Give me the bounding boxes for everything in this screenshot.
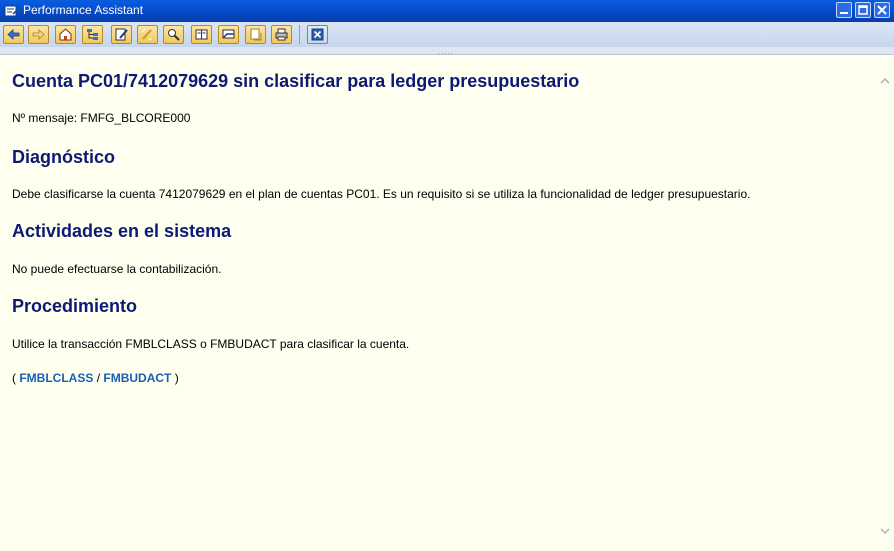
back-icon xyxy=(4,27,23,42)
print-button[interactable] xyxy=(271,25,292,44)
maximize-button[interactable] xyxy=(855,2,871,18)
message-title: Cuenta PC01/7412079629 sin clasificar pa… xyxy=(12,71,580,91)
scroll-up-icon[interactable] xyxy=(879,71,891,84)
title-bar: Performance Assistant xyxy=(0,0,894,22)
links-close-paren: ) xyxy=(174,371,179,385)
book-icon xyxy=(192,27,211,42)
link-fmblclass[interactable]: FMBLCLASS xyxy=(19,371,93,385)
print-icon xyxy=(272,27,291,42)
close-window-icon xyxy=(308,27,327,42)
performance-assistant-icon xyxy=(4,3,18,17)
home-icon xyxy=(56,27,75,42)
edit-button[interactable] xyxy=(111,25,132,44)
structure-button[interactable] xyxy=(82,25,103,44)
copy-icon xyxy=(246,27,265,42)
window-title: Performance Assistant xyxy=(23,3,144,17)
structure-icon xyxy=(83,27,102,42)
message-number: Nº mensaje: FMFG_BLCORE000 xyxy=(12,111,191,125)
copy-button[interactable] xyxy=(245,25,266,44)
close-window-button[interactable] xyxy=(307,25,328,44)
toolbar-separator xyxy=(299,25,300,44)
home-button[interactable] xyxy=(55,25,76,44)
highlight-icon xyxy=(138,27,157,42)
back-button[interactable] xyxy=(3,25,24,44)
bookmark-icon xyxy=(219,27,238,42)
link-fmbudact[interactable]: FMBUDACT xyxy=(103,371,171,385)
section-heading-actividades: Actividades en el sistema xyxy=(12,221,232,241)
section-heading-diagnostico: Diagnóstico xyxy=(12,147,116,167)
forward-button[interactable] xyxy=(28,25,49,44)
vertical-scrollbar[interactable] xyxy=(876,55,894,551)
edit-icon xyxy=(112,27,131,42)
section-text-procedimiento: Utilice la transacción FMBLCLASS o FMBUD… xyxy=(12,337,410,351)
section-text-diagnostico: Debe clasificarse la cuenta 7412079629 e… xyxy=(12,187,751,201)
help-content: Cuenta PC01/7412079629 sin clasificar pa… xyxy=(0,54,894,551)
find-button[interactable] xyxy=(163,25,184,44)
transaction-links: ( FMBLCLASS / FMBUDACT ) xyxy=(12,371,179,385)
highlight-button[interactable] xyxy=(137,25,158,44)
links-open-paren: ( xyxy=(12,371,16,385)
close-button[interactable] xyxy=(874,2,890,18)
pane-splitter[interactable]: ..... xyxy=(0,47,894,56)
section-text-actividades: No puede efectuarse la contabilización. xyxy=(12,262,222,276)
links-separator: / xyxy=(96,371,101,385)
find-icon xyxy=(164,27,183,42)
scroll-down-icon[interactable] xyxy=(879,521,891,535)
book-button[interactable] xyxy=(191,25,212,44)
section-heading-procedimiento: Procedimiento xyxy=(12,296,138,316)
toolbar xyxy=(0,22,894,48)
bookmark-button[interactable] xyxy=(218,25,239,44)
minimize-button[interactable] xyxy=(836,2,852,18)
forward-icon xyxy=(29,27,48,42)
